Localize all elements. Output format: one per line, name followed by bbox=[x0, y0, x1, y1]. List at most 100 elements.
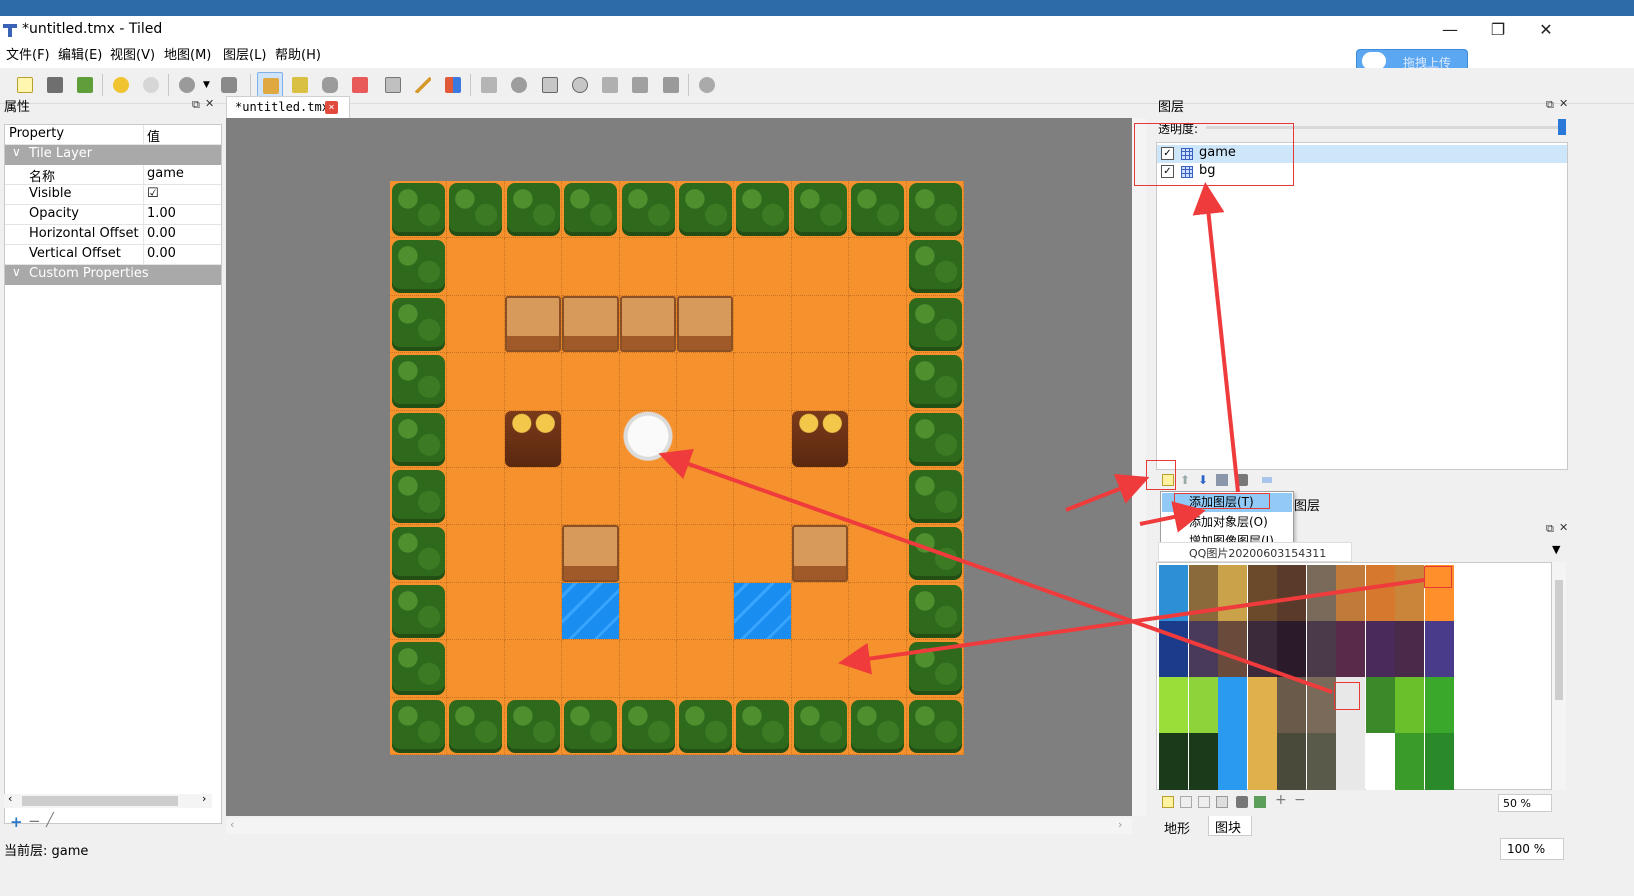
map-tile-ground[interactable] bbox=[562, 238, 620, 296]
tileset-tile[interactable] bbox=[1306, 677, 1336, 706]
map-tile-bush[interactable] bbox=[906, 640, 964, 698]
menu-map[interactable]: 地图(M) bbox=[164, 44, 211, 63]
tileset-tile[interactable] bbox=[1395, 733, 1424, 762]
map-tile-ground[interactable] bbox=[734, 353, 792, 411]
stamp-tileset-icon[interactable] bbox=[1254, 796, 1266, 808]
tileset-name-tab[interactable]: QQ图片20200603154311 bbox=[1158, 542, 1352, 562]
menu-add-object-layer[interactable]: 添加对象层(O) bbox=[1162, 513, 1292, 532]
tileset-tile[interactable] bbox=[1247, 677, 1277, 706]
tileset-tile[interactable] bbox=[1188, 593, 1218, 622]
tileset-tile[interactable] bbox=[1218, 733, 1247, 762]
map-tile-ground[interactable] bbox=[619, 525, 677, 583]
close-panel-icon[interactable]: ✕ bbox=[1559, 521, 1568, 534]
remove-property-icon[interactable]: − bbox=[28, 812, 41, 830]
tileset-tile[interactable] bbox=[1336, 733, 1365, 762]
map-tile-bush[interactable] bbox=[562, 697, 620, 755]
map-tile-bush[interactable] bbox=[390, 238, 448, 296]
tileset-tile[interactable] bbox=[1247, 705, 1277, 734]
tileset-view[interactable] bbox=[1156, 562, 1552, 790]
map-tile-ground[interactable] bbox=[562, 468, 620, 526]
tileset-tile[interactable] bbox=[1277, 677, 1306, 706]
tileset-tile[interactable] bbox=[1365, 733, 1395, 762]
tileset-tile[interactable] bbox=[1159, 677, 1188, 706]
toggle-layers-icon[interactable] bbox=[1262, 477, 1272, 483]
map-tile-sheep[interactable] bbox=[619, 410, 677, 468]
tab-close-icon[interactable]: × bbox=[325, 101, 338, 114]
map-tile-ground[interactable] bbox=[447, 353, 505, 411]
map-tile-ground[interactable] bbox=[447, 468, 505, 526]
tileset-tile[interactable] bbox=[1306, 733, 1336, 762]
tileset-tile[interactable] bbox=[1306, 565, 1336, 594]
map-tile-bush[interactable] bbox=[390, 582, 448, 641]
tileset-dropdown-icon[interactable]: ▼ bbox=[1552, 543, 1560, 556]
map-tile-ground[interactable] bbox=[849, 353, 907, 411]
tileset-tile[interactable] bbox=[1159, 705, 1188, 734]
tileset-tile[interactable] bbox=[1365, 565, 1395, 594]
map-tile-ground[interactable] bbox=[791, 295, 850, 354]
map-tile-bush[interactable] bbox=[390, 640, 448, 698]
map-tile-bush[interactable] bbox=[619, 697, 677, 755]
map-tile-ground[interactable] bbox=[504, 238, 563, 296]
map-tile-ground[interactable] bbox=[734, 238, 792, 296]
map-tile-ground[interactable] bbox=[677, 525, 735, 583]
tileset-tile[interactable] bbox=[1159, 761, 1188, 790]
map-tile-bush[interactable] bbox=[504, 181, 563, 239]
tileset-tile[interactable] bbox=[1218, 761, 1247, 790]
map-tile-bush[interactable] bbox=[447, 697, 505, 755]
tileset-tile[interactable] bbox=[1247, 565, 1277, 594]
tileset-tile[interactable] bbox=[1218, 649, 1247, 678]
tileset-tile[interactable] bbox=[1247, 761, 1277, 790]
menu-edit[interactable]: 编辑(E) bbox=[58, 44, 102, 63]
map-tile-bush[interactable] bbox=[734, 697, 792, 755]
tileset-tile[interactable] bbox=[1306, 593, 1336, 622]
close-button[interactable]: ✕ bbox=[1524, 18, 1568, 42]
map-tile-ground[interactable] bbox=[849, 468, 907, 526]
open-icon[interactable] bbox=[42, 72, 68, 98]
map-tile-ground[interactable] bbox=[447, 238, 505, 296]
terrain-brush-icon[interactable] bbox=[287, 72, 313, 98]
command-icon[interactable] bbox=[174, 72, 200, 98]
restore-button[interactable]: ❐ bbox=[1476, 18, 1520, 42]
delete-layer-icon[interactable] bbox=[1236, 474, 1248, 486]
map-tile-bush[interactable] bbox=[906, 468, 964, 526]
tileset-tile[interactable] bbox=[1159, 593, 1188, 622]
insert-polyline-icon[interactable] bbox=[627, 72, 653, 98]
map-tile-stump[interactable] bbox=[504, 410, 563, 468]
map-tile-water[interactable] bbox=[562, 582, 620, 641]
tileset-tile[interactable] bbox=[1277, 593, 1306, 622]
remove-tileset-icon[interactable] bbox=[1236, 796, 1248, 808]
map-tile-bush[interactable] bbox=[791, 181, 850, 239]
property-row-vertical-offset[interactable]: Vertical Offset 0.00 bbox=[5, 245, 221, 265]
tileset-tile[interactable] bbox=[1247, 593, 1277, 622]
map-tile-ground[interactable] bbox=[734, 295, 792, 354]
tileset-tile[interactable] bbox=[1218, 593, 1247, 622]
tileset-tile[interactable] bbox=[1247, 733, 1277, 762]
opacity-slider-handle[interactable] bbox=[1558, 119, 1566, 135]
edit-polygon-icon[interactable] bbox=[506, 72, 532, 98]
close-panel-icon[interactable]: ✕ bbox=[1559, 97, 1568, 110]
tileset-tile[interactable] bbox=[1277, 565, 1306, 594]
map-tile-ground[interactable] bbox=[791, 238, 850, 296]
new-icon[interactable] bbox=[12, 72, 38, 98]
map-tile-bush[interactable] bbox=[906, 410, 964, 468]
map-tile-bush[interactable] bbox=[390, 525, 448, 583]
map-tile-bush[interactable] bbox=[619, 181, 677, 239]
magic-wand-icon[interactable] bbox=[410, 72, 436, 98]
tileset-tile[interactable] bbox=[1247, 621, 1277, 650]
tileset-tile[interactable] bbox=[1277, 649, 1306, 678]
new-tileset-icon[interactable] bbox=[1162, 796, 1174, 808]
tileset-tile[interactable] bbox=[1424, 649, 1454, 678]
map-tile-ground[interactable] bbox=[619, 238, 677, 296]
tileset-tile[interactable] bbox=[1336, 565, 1365, 594]
property-row-horizontal-offset[interactable]: Horizontal Offset 0.00 bbox=[5, 225, 221, 245]
edit-tileset-icon[interactable] bbox=[1216, 796, 1228, 808]
tileset-tile[interactable] bbox=[1365, 677, 1395, 706]
random-icon[interactable] bbox=[216, 72, 242, 98]
tileset-tile[interactable] bbox=[1277, 761, 1306, 790]
tileset-tile[interactable] bbox=[1365, 593, 1395, 622]
menu-help[interactable]: 帮助(H) bbox=[275, 44, 321, 63]
properties-hscrollbar[interactable]: ‹ › bbox=[4, 792, 212, 808]
visible-checkbox[interactable]: ☑ bbox=[147, 186, 159, 201]
tileset-tile[interactable] bbox=[1395, 593, 1424, 622]
float-panel-icon[interactable]: ⧉ bbox=[1546, 98, 1554, 112]
